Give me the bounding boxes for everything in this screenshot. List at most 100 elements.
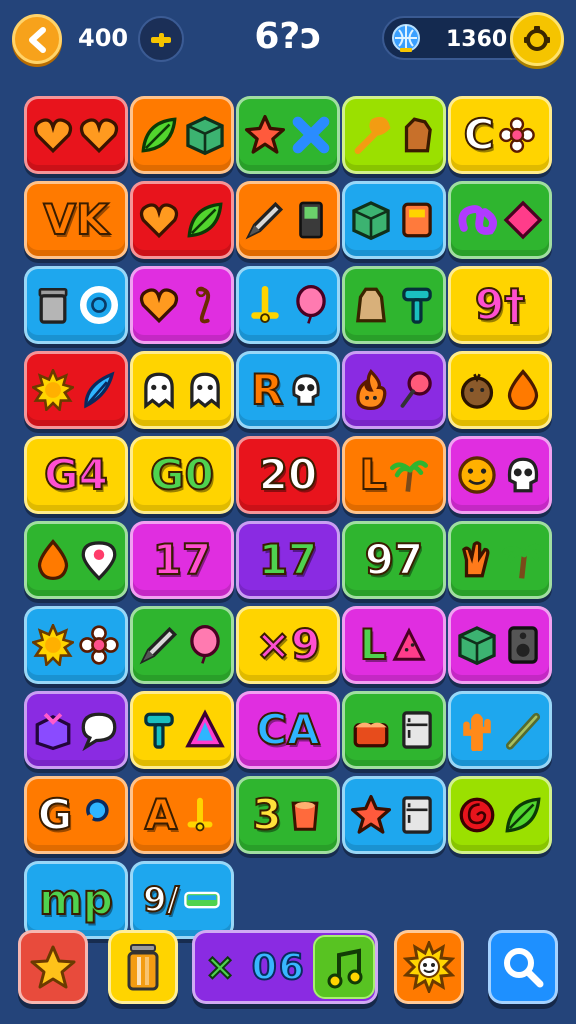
settings-button[interactable]	[510, 12, 564, 66]
level-title: 6?ɔ	[254, 16, 322, 57]
tile[interactable]	[448, 181, 552, 259]
cube-icon	[352, 201, 390, 241]
tile[interactable]: ×9	[236, 606, 340, 684]
heart-icon	[139, 203, 179, 239]
search-icon	[504, 948, 544, 988]
tile[interactable]	[24, 351, 128, 429]
tile[interactable]: CA	[236, 691, 340, 769]
tile[interactable]	[130, 181, 234, 259]
heart-icon	[79, 118, 119, 154]
search-button[interactable]	[488, 930, 558, 1004]
tile-text: G	[37, 790, 74, 839]
hook-icon	[195, 286, 211, 324]
tile[interactable]	[236, 266, 340, 344]
tool-button[interactable]	[138, 16, 184, 62]
bat-icon	[505, 712, 541, 750]
tile-text: 17	[258, 535, 318, 584]
triangle-icon	[185, 709, 225, 748]
tile[interactable]	[342, 776, 446, 854]
skull-icon	[507, 457, 539, 493]
cactus-icon	[463, 713, 491, 751]
tile[interactable]: 3	[236, 776, 340, 854]
tile[interactable]: R	[236, 351, 340, 429]
tile[interactable]: 9†	[448, 266, 552, 344]
tile[interactable]	[448, 351, 552, 429]
tile[interactable]: 20	[236, 436, 340, 514]
tile[interactable]	[236, 181, 340, 259]
tile[interactable]	[342, 266, 446, 344]
leaf-icon	[141, 117, 177, 153]
tile[interactable]	[448, 606, 552, 684]
tile[interactable]	[24, 96, 128, 174]
tile[interactable]	[24, 691, 128, 769]
star-icon	[244, 114, 286, 154]
diamond-icon	[503, 200, 543, 240]
hand-icon	[462, 541, 490, 578]
tile[interactable]: L	[342, 606, 446, 684]
tile[interactable]	[130, 691, 234, 769]
palm-tree-icon	[390, 460, 429, 492]
tile[interactable]	[24, 521, 128, 599]
top-bar: 400 6?ɔ 1360	[0, 0, 576, 80]
back-button[interactable]	[12, 14, 62, 64]
coin-value: 1360	[446, 27, 508, 52]
pin-icon	[251, 285, 279, 324]
gift-box-icon	[35, 712, 71, 751]
tile[interactable]	[342, 181, 446, 259]
hammer-icon	[402, 287, 432, 324]
balloon-icon	[296, 284, 326, 324]
knot-icon	[458, 205, 497, 235]
palm-tree-icon	[502, 543, 544, 579]
tile[interactable]	[448, 436, 552, 514]
tile[interactable]: 17	[130, 521, 234, 599]
star-icon	[350, 794, 392, 834]
sun-powerup-button[interactable]	[394, 930, 464, 1004]
tile[interactable]	[342, 691, 446, 769]
book-icon	[299, 201, 323, 239]
fridge-icon	[402, 796, 432, 834]
tile[interactable]	[130, 351, 234, 429]
tile[interactable]: A	[130, 776, 234, 854]
tile[interactable]: G4	[24, 436, 128, 514]
ghost-icon	[190, 372, 220, 410]
wrench-icon	[354, 116, 391, 155]
combo-panel[interactable]: × 06	[192, 930, 378, 1004]
tile[interactable]	[24, 606, 128, 684]
drop-icon	[507, 369, 539, 411]
tile[interactable]	[448, 521, 552, 599]
music-button[interactable]	[313, 935, 375, 999]
tile[interactable]	[448, 776, 552, 854]
speech-bubble-icon	[81, 712, 117, 751]
tile[interactable]: VK	[24, 181, 128, 259]
cross-icon	[292, 116, 330, 154]
box-icon	[402, 202, 432, 238]
tile-text: 17	[152, 535, 212, 584]
tile[interactable]	[130, 606, 234, 684]
tile[interactable]: 17	[236, 521, 340, 599]
tile[interactable]: G0	[130, 436, 234, 514]
tile[interactable]	[130, 266, 234, 344]
tile-text: 9/	[142, 880, 180, 920]
balloon-icon	[190, 624, 220, 664]
tile[interactable]: L	[342, 436, 446, 514]
tile[interactable]: 97	[342, 521, 446, 599]
music-note-icon	[327, 948, 363, 989]
cup-icon	[291, 801, 319, 831]
tile-text: R	[250, 365, 284, 414]
gear-icon	[524, 26, 550, 51]
tile[interactable]	[342, 351, 446, 429]
tile[interactable]	[130, 96, 234, 174]
tile-text: CA	[255, 705, 320, 754]
tile[interactable]	[24, 266, 128, 344]
tile[interactable]	[236, 96, 340, 174]
combo-a: ×	[204, 946, 238, 989]
tile[interactable]: G	[24, 776, 128, 854]
tile-text: VK	[42, 195, 109, 244]
tile[interactable]	[448, 691, 552, 769]
tile[interactable]: C	[448, 96, 552, 174]
bin-powerup-button[interactable]	[108, 930, 178, 1004]
pencil-icon	[151, 33, 171, 47]
leaf-icon	[187, 202, 223, 238]
tile[interactable]	[342, 96, 446, 174]
star-powerup-button[interactable]	[18, 930, 88, 1004]
